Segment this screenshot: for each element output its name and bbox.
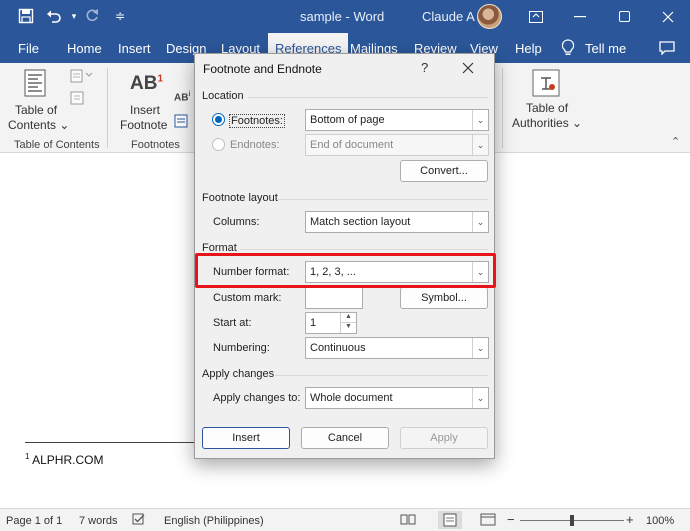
footnote-separator (25, 442, 200, 443)
section-divider (248, 97, 488, 98)
dialog-close-icon[interactable] (462, 57, 474, 79)
toa-label-line1[interactable]: Table of (526, 101, 568, 116)
insert-footnote-icon[interactable]: AB1 (130, 73, 163, 95)
zoom-slider-thumb[interactable] (570, 515, 574, 526)
custom-mark-label: Custom mark: (213, 292, 282, 304)
title-bar: ▾ ≑ sample - Word Claude A (0, 0, 690, 33)
lightbulb-icon[interactable] (558, 38, 578, 58)
footnote-entry[interactable]: 1 ALPHR.COM (25, 452, 103, 467)
zoom-in-icon[interactable]: + (626, 512, 634, 527)
customize-toolbar-icon[interactable]: ≑ (110, 6, 130, 26)
tab-help[interactable]: Help (515, 41, 542, 56)
section-divider (240, 249, 488, 250)
add-text-icon[interactable] (70, 69, 100, 86)
tab-insert[interactable]: Insert (118, 41, 151, 56)
tab-home[interactable]: Home (67, 41, 102, 56)
section-divider (275, 375, 488, 376)
toa-dropdown[interactable]: Authorities ⌄ (512, 116, 582, 131)
start-at-spinner[interactable]: ▲ ▼ (340, 313, 356, 333)
table-of-authorities-icon (532, 69, 560, 100)
columns-select[interactable]: Match section layout ⌄ (305, 211, 489, 233)
chevron-down-icon: ⌄ (472, 212, 488, 232)
footnote-layout-section-label: Footnote layout (202, 192, 278, 204)
toc-group-label: Table of Contents (14, 139, 100, 151)
endnotes-radio[interactable] (212, 138, 225, 151)
avatar[interactable] (477, 4, 502, 29)
apply-changes-to-select[interactable]: Whole document ⌄ (305, 387, 489, 409)
language[interactable]: English (Philippines) (164, 515, 264, 527)
numbering-select[interactable]: Continuous ⌄ (305, 337, 489, 359)
word-count[interactable]: 7 words (79, 515, 118, 527)
chevron-down-icon: ⌄ (472, 110, 488, 130)
next-footnote-icon[interactable] (174, 114, 188, 131)
status-bar: Page 1 of 1 7 words English (Philippines… (0, 508, 690, 531)
zoom-out-icon[interactable]: − (507, 512, 515, 527)
zoom-level[interactable]: 100% (646, 515, 674, 527)
help-button[interactable]: ? (421, 60, 428, 75)
footnotes-location-select[interactable]: Bottom of page ⌄ (305, 109, 489, 131)
undo-icon[interactable] (44, 6, 64, 26)
document-title: sample - Word (300, 9, 385, 24)
toc-label-line1[interactable]: Table of (15, 103, 57, 118)
numbering-label: Numbering: (213, 342, 270, 354)
ribbon-display-options-icon[interactable] (514, 0, 558, 33)
symbol-button[interactable]: Symbol... (400, 287, 488, 309)
apply-changes-section-label: Apply changes (202, 368, 275, 380)
user-name[interactable]: Claude A (422, 9, 475, 24)
minimize-button[interactable] (558, 0, 602, 33)
update-table-icon[interactable] (70, 91, 86, 108)
footnotes-group-label: Footnotes (131, 139, 180, 151)
redo-icon[interactable] (82, 6, 102, 26)
chevron-down-icon: ⌄ (472, 135, 488, 155)
chevron-down-icon: ⌄ (472, 338, 488, 358)
table-of-contents-icon (24, 69, 46, 100)
web-layout-icon[interactable] (480, 513, 496, 529)
apply-button[interactable]: Apply (400, 427, 488, 449)
spin-up-icon[interactable]: ▲ (341, 313, 356, 323)
number-format-highlight (195, 253, 496, 288)
ribbon-separator (107, 68, 108, 148)
read-mode-icon[interactable] (400, 513, 416, 529)
insert-endnote-icon[interactable]: ABi (174, 91, 190, 103)
apply-changes-to-label: Apply changes to: (213, 392, 301, 404)
tab-file[interactable]: File (18, 41, 39, 56)
location-section-label: Location (202, 90, 244, 102)
close-button[interactable] (646, 0, 690, 33)
spin-down-icon[interactable]: ▼ (341, 323, 356, 333)
toc-dropdown[interactable]: Contents ⌄ (8, 118, 69, 133)
endnotes-location-select[interactable]: End of document ⌄ (305, 134, 489, 156)
dialog-title: Footnote and Endnote (203, 62, 322, 76)
insert-button[interactable]: Insert (202, 427, 290, 449)
comments-icon[interactable] (657, 38, 677, 58)
start-at-label: Start at: (213, 317, 252, 329)
footnotes-radio[interactable] (212, 113, 225, 126)
convert-button[interactable]: Convert... (400, 160, 488, 182)
ribbon-separator (502, 68, 503, 148)
start-at-input[interactable]: 1 ▲ ▼ (305, 312, 357, 334)
tell-me-search[interactable]: Tell me (585, 41, 626, 56)
chevron-down-icon: ⌄ (472, 388, 488, 408)
cancel-button[interactable]: Cancel (301, 427, 389, 449)
page-count[interactable]: Page 1 of 1 (6, 515, 62, 527)
maximize-button[interactable] (602, 0, 646, 33)
footnotes-label[interactable]: Footnotes: (229, 114, 285, 128)
proofing-icon[interactable] (132, 513, 146, 529)
insert-footnote-label-2[interactable]: Footnote (120, 118, 167, 133)
collapse-ribbon-icon[interactable]: ⌃ (671, 135, 680, 148)
save-icon[interactable] (16, 6, 36, 26)
insert-footnote-label-1[interactable]: Insert (130, 103, 160, 118)
section-divider (278, 199, 488, 200)
columns-label: Columns: (213, 216, 260, 228)
endnotes-label[interactable]: Endnotes: (230, 139, 280, 151)
undo-dropdown-icon[interactable]: ▾ (64, 6, 84, 26)
print-layout-icon[interactable] (438, 511, 462, 529)
custom-mark-input[interactable] (305, 287, 363, 309)
